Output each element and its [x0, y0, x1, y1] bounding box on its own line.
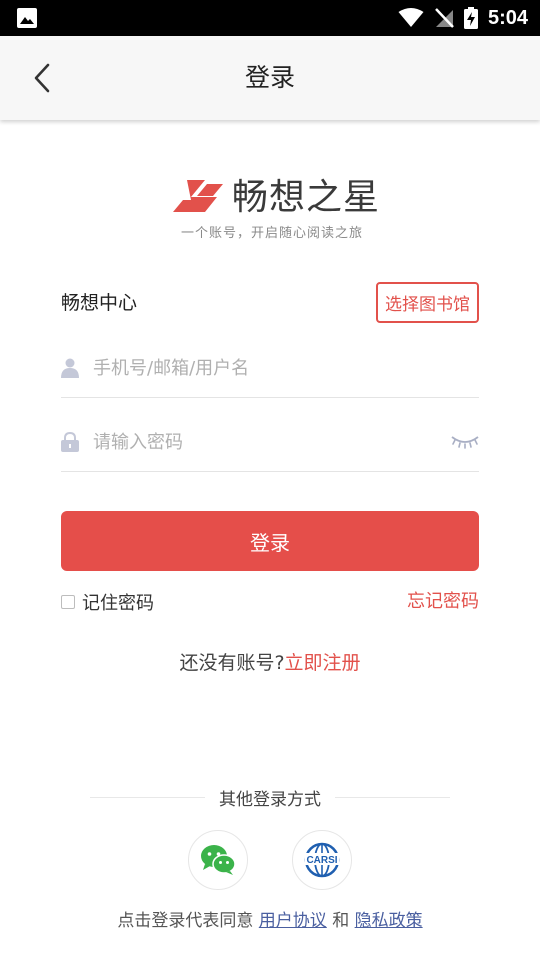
logo-slogan: 一个账号，开启随心阅读之旅	[180, 226, 363, 241]
carsi-label: CARSI	[306, 855, 337, 866]
agreement-prefix: 点击登录代表同意	[117, 911, 254, 931]
wifi-icon	[398, 8, 424, 27]
status-bar: 5:04	[0, 0, 540, 36]
eye-closed-icon[interactable]	[451, 432, 479, 450]
status-time: 5:04	[487, 6, 528, 29]
chevron-left-icon	[34, 63, 50, 93]
user-icon	[61, 358, 79, 378]
carsi-icon: CARSI	[304, 842, 340, 878]
logo-name: 畅想之星	[232, 177, 381, 218]
center-name: 畅想中心	[61, 292, 138, 314]
forgot-password-link[interactable]: 忘记密码	[407, 590, 479, 614]
remember-password-toggle[interactable]: 记住密码	[61, 590, 154, 614]
agreement-row: 点击登录代表同意 用户协议 和 隐私政策	[0, 906, 540, 931]
page-title: 登录	[244, 63, 295, 92]
brand-logo: 畅想之星 一个账号，开启随心阅读之旅	[0, 172, 540, 242]
lock-icon	[61, 432, 79, 452]
other-login-title: 其他登录方式	[205, 785, 335, 810]
choose-library-button[interactable]: 选择图书馆	[376, 282, 479, 323]
password-input[interactable]	[93, 422, 433, 462]
app-header: 登录	[0, 36, 540, 120]
back-button[interactable]	[22, 58, 62, 98]
login-button[interactable]: 登录	[61, 511, 479, 571]
remember-checkbox[interactable]	[61, 595, 75, 609]
privacy-policy-link[interactable]: 隐私政策	[355, 911, 423, 931]
register-row: 还没有账号?立即注册	[0, 648, 540, 675]
username-field	[61, 338, 479, 398]
wechat-icon	[201, 845, 236, 875]
battery-charging-icon	[463, 7, 478, 29]
agreement-and: 和	[332, 911, 350, 931]
register-prompt: 还没有账号?	[179, 652, 285, 674]
username-input[interactable]	[93, 348, 433, 388]
remember-label: 记住密码	[82, 593, 154, 614]
wechat-login-button[interactable]	[188, 830, 248, 890]
password-field	[61, 412, 479, 472]
carsi-login-button[interactable]: CARSI	[292, 830, 352, 890]
register-link[interactable]: 立即注册	[285, 652, 361, 674]
user-agreement-link[interactable]: 用户协议	[259, 911, 327, 931]
no-signal-icon	[435, 8, 454, 28]
image-icon	[17, 8, 37, 28]
logo-mark-icon	[173, 180, 223, 212]
